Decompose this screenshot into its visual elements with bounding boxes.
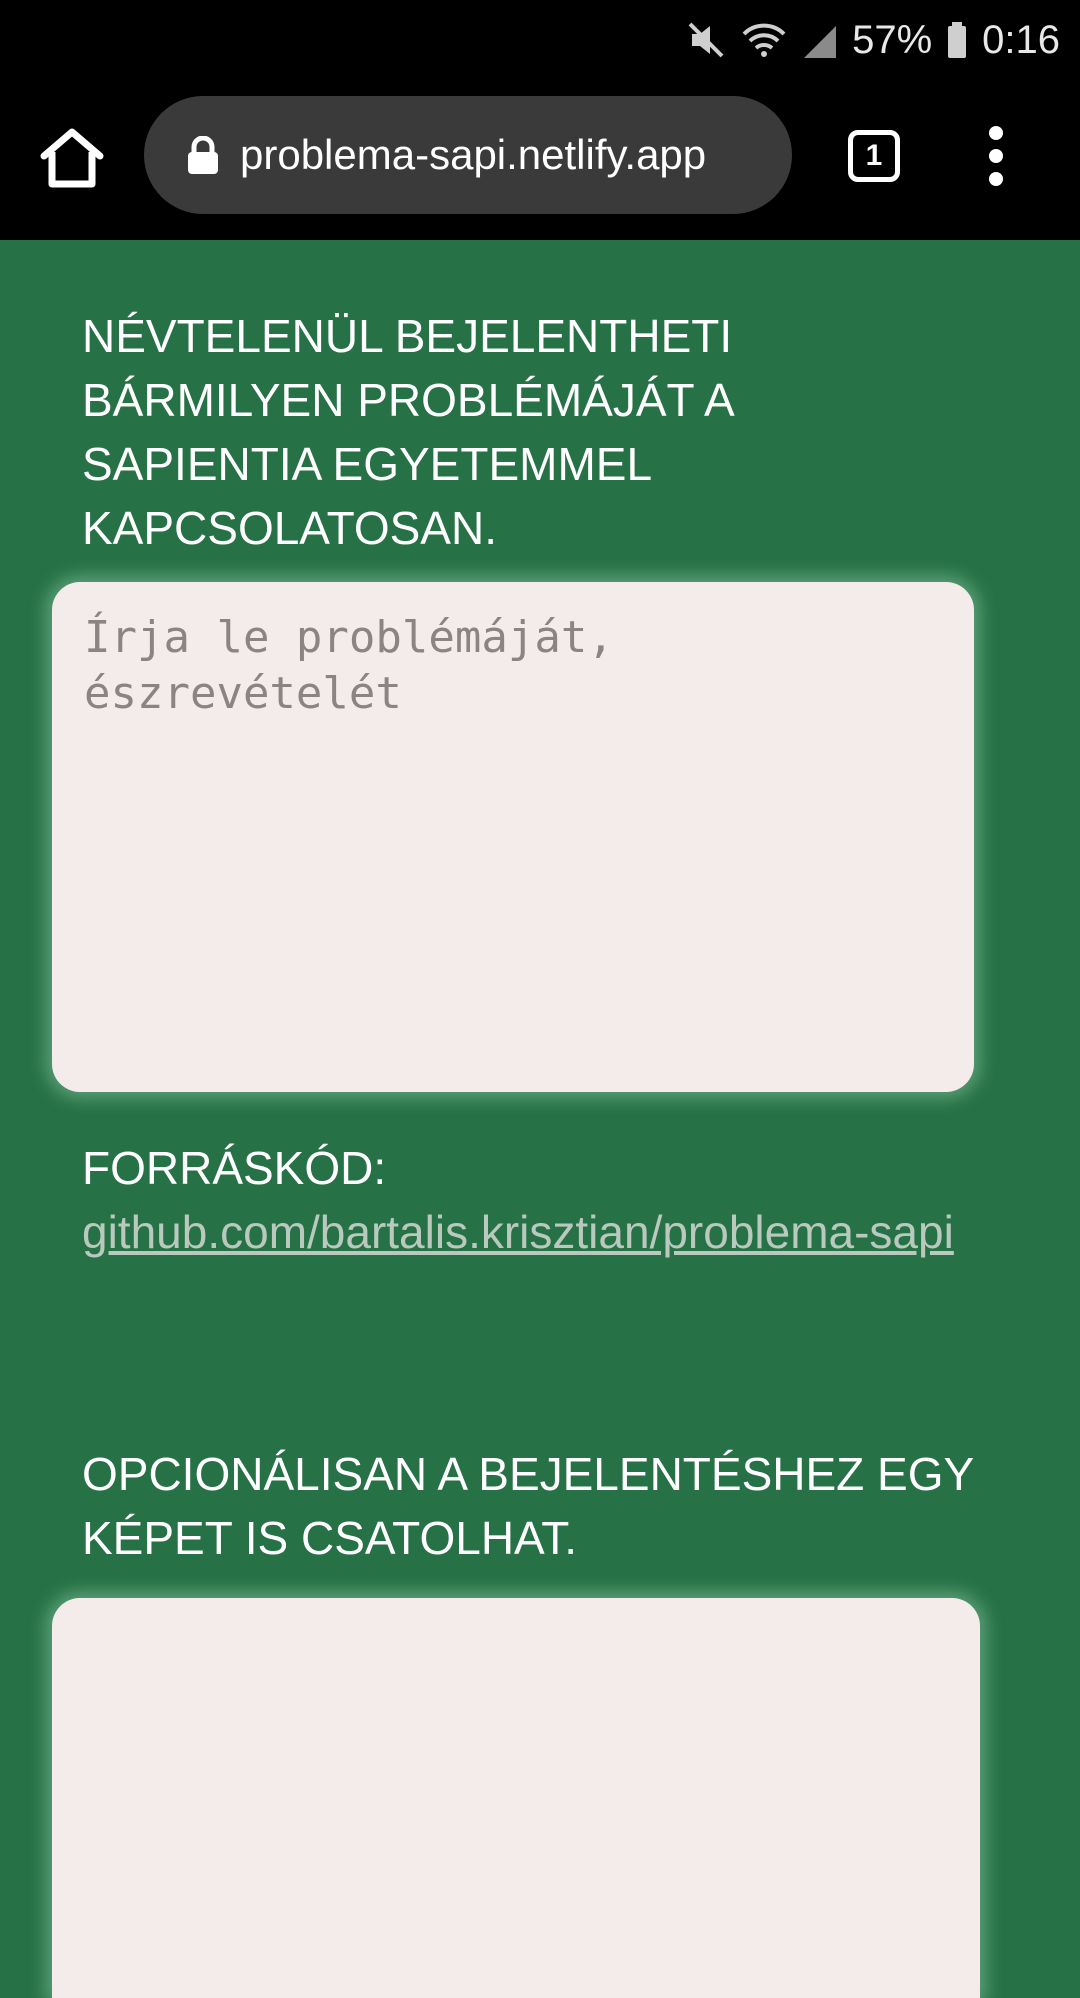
mute-icon xyxy=(688,22,724,58)
signal-icon xyxy=(804,26,837,58)
lock-icon xyxy=(188,136,218,174)
tabs-button[interactable]: 1 xyxy=(848,130,900,182)
status-icons: 57% 0:16 xyxy=(686,0,1060,80)
status-bar: 57% 0:16 xyxy=(0,0,1080,80)
more-vert-icon[interactable] xyxy=(978,126,1014,186)
image-attach-heading: OPCIONÁLISAN A BEJELENTÉSHEZ EGY KÉPET I… xyxy=(82,1448,974,1564)
battery-icon xyxy=(948,22,967,58)
wifi-icon xyxy=(742,23,786,57)
problem-textarea[interactable] xyxy=(52,582,974,1092)
clock: 0:16 xyxy=(982,17,1060,62)
image-upload-area[interactable] xyxy=(52,1598,980,1998)
page-content: NÉVTELENÜL BEJELENTHETI BÁRMILYEN PROBLÉ… xyxy=(0,240,1080,1998)
source-code-label: FORRÁSKÓD: xyxy=(82,1142,387,1194)
battery-percent: 57% xyxy=(852,17,933,62)
source-code-link[interactable]: github.com/bartalis.krisztian/problema-s… xyxy=(82,1200,1042,1264)
browser-toolbar: problema-sapi.netlify.app 1 xyxy=(0,80,1080,240)
intro-heading: NÉVTELENÜL BEJELENTHETI BÁRMILYEN PROBLÉ… xyxy=(82,310,733,554)
home-icon[interactable] xyxy=(38,124,106,192)
url-value: problema-sapi.netlify.app xyxy=(240,131,707,178)
url-text[interactable]: problema-sapi.netlify.app xyxy=(240,96,772,214)
tab-count: 1 xyxy=(865,139,883,172)
address-bar[interactable]: problema-sapi.netlify.app xyxy=(144,96,792,214)
